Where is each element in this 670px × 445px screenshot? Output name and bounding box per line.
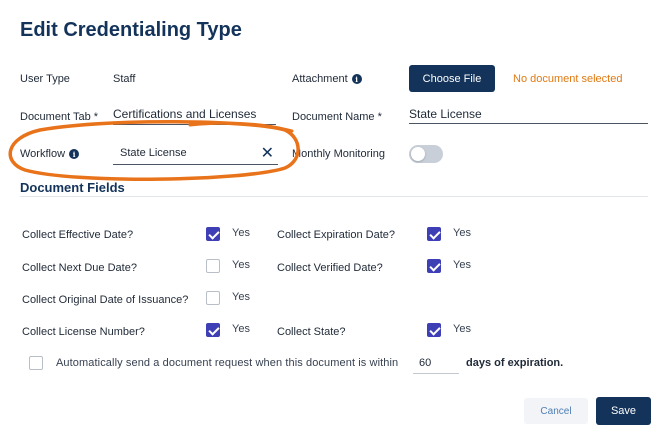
yes-label: Yes: [232, 227, 250, 239]
document-fields-heading: Document Fields: [20, 180, 125, 195]
cancel-button[interactable]: Cancel: [524, 398, 588, 424]
yes-label: Yes: [232, 259, 250, 271]
attachment-label: Attachment i: [292, 73, 362, 85]
monthly-monitoring-toggle[interactable]: [409, 145, 443, 163]
yes-label: Yes: [232, 291, 250, 303]
original-issuance-checkbox[interactable]: [206, 291, 220, 305]
verified-date-checkbox[interactable]: [427, 259, 441, 273]
field-label: Collect Original Date of Issuance?: [22, 294, 189, 306]
section-divider: [20, 196, 648, 197]
field-label: Collect Verified Date?: [277, 262, 383, 274]
auto-request-text: Automatically send a document request wh…: [56, 357, 399, 369]
state-checkbox[interactable]: [427, 323, 441, 337]
workflow-label-text: Workflow: [20, 148, 66, 160]
next-due-date-checkbox[interactable]: [206, 259, 220, 273]
save-button[interactable]: Save: [596, 397, 651, 425]
info-icon[interactable]: i: [351, 74, 362, 85]
document-tab-underline: [113, 124, 276, 125]
field-label: Collect Effective Date?: [22, 229, 134, 241]
document-name-underline: [409, 123, 648, 124]
toggle-knob: [411, 147, 425, 161]
document-name-label: Document Name *: [292, 111, 382, 123]
choose-file-button[interactable]: Choose File: [409, 65, 495, 92]
yes-label: Yes: [453, 259, 471, 271]
license-number-checkbox[interactable]: [206, 323, 220, 337]
document-tab-label: Document Tab *: [20, 111, 99, 123]
no-document-text: No document selected: [513, 73, 623, 85]
close-icon[interactable]: ✕: [261, 143, 274, 162]
days-of-expiration-text: days of expiration.: [466, 357, 564, 369]
document-tab-select[interactable]: Certifications and Licenses: [113, 107, 256, 121]
user-type-value: Staff: [113, 73, 136, 85]
user-type-label: User Type: [20, 73, 70, 85]
workflow-select[interactable]: State License ✕: [113, 141, 278, 165]
attachment-label-text: Attachment: [292, 73, 348, 85]
workflow-label: Workflow i: [20, 148, 80, 160]
info-icon[interactable]: i: [69, 149, 80, 160]
days-input[interactable]: 60: [413, 354, 459, 374]
page-title: Edit Credentialing Type: [20, 19, 242, 41]
auto-request-checkbox[interactable]: [29, 356, 43, 370]
field-label: Collect State?: [277, 326, 346, 338]
field-label: Collect License Number?: [22, 326, 145, 338]
yes-label: Yes: [453, 323, 471, 335]
field-label: Collect Expiration Date?: [277, 229, 396, 241]
annotation-highlight: [8, 120, 300, 181]
effective-date-checkbox[interactable]: [206, 227, 220, 241]
yes-label: Yes: [453, 227, 471, 239]
yes-label: Yes: [232, 323, 250, 335]
expiration-date-checkbox[interactable]: [427, 227, 441, 241]
monthly-monitoring-label: Monthly Monitoring: [292, 148, 385, 160]
workflow-value: State License: [120, 147, 187, 159]
field-label: Collect Next Due Date?: [22, 262, 137, 274]
document-name-input[interactable]: State License: [409, 107, 482, 121]
